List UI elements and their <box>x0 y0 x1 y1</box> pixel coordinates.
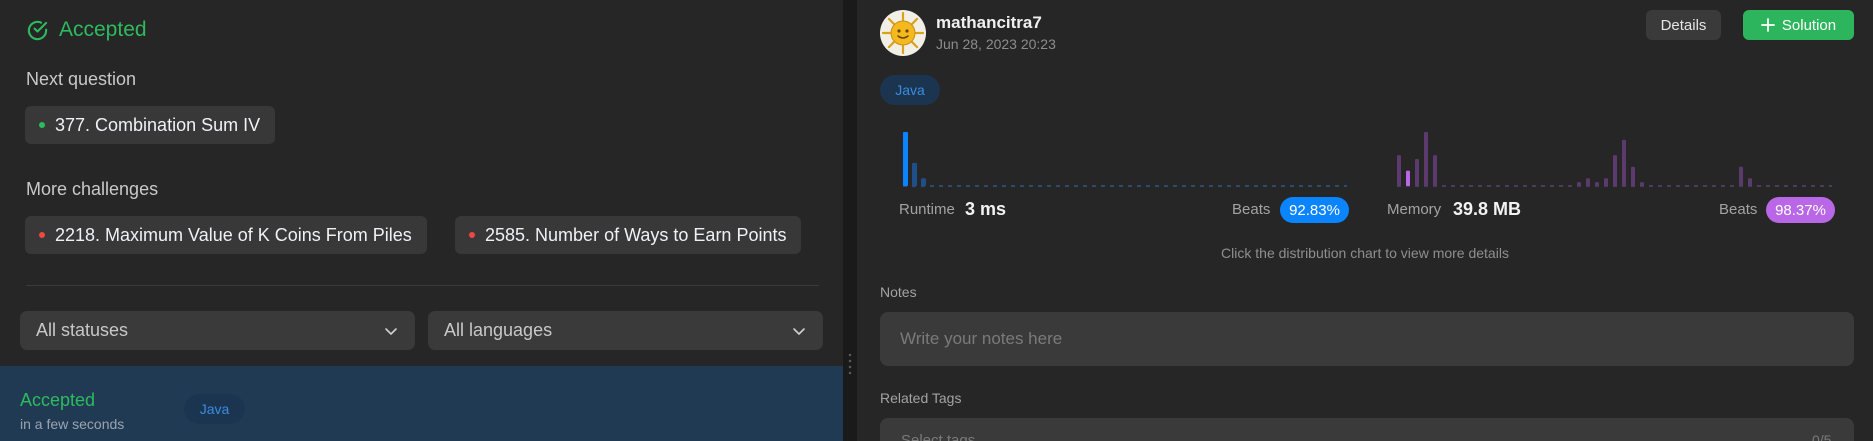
solution-button[interactable]: Solution <box>1743 10 1854 40</box>
related-tags-select[interactable] <box>880 418 1854 441</box>
sun-avatar-icon <box>881 11 925 55</box>
runtime-beats-badge: 92.83% <box>1280 197 1349 223</box>
section-divider <box>26 285 819 286</box>
memory-beats-label: Beats <box>1719 201 1758 218</box>
memory-distribution-bar[interactable] <box>1406 170 1410 186</box>
status-filter-select[interactable]: All statuses <box>20 311 415 350</box>
memory-distribution-bar[interactable] <box>1397 155 1401 186</box>
runtime-value: 3 ms <box>965 199 1007 219</box>
memory-value: 39.8 MB <box>1453 199 1522 219</box>
runtime-beats-label: Beats <box>1232 201 1271 218</box>
runtime-label: Runtime <box>899 201 955 218</box>
next-question-title: 377. Combination Sum IV <box>55 114 261 135</box>
more-challenges-label: More challenges <box>26 179 159 199</box>
memory-distribution-bar[interactable] <box>1604 178 1608 186</box>
related-tags-placeholder: Select tags <box>901 432 976 441</box>
language-tag: Java <box>880 75 940 105</box>
related-tags-count: 0/5 <box>1812 432 1832 441</box>
difficulty-dot-hard <box>469 232 475 238</box>
plus-icon <box>1760 18 1775 32</box>
challenge-title: 2585. Number of Ways to Earn Points <box>485 224 787 245</box>
memory-distribution-bar[interactable] <box>1613 155 1617 186</box>
difficulty-dot-hard <box>39 232 45 238</box>
submission-timestamp: Jun 28, 2023 20:23 <box>936 36 1056 52</box>
accepted-header: Accepted <box>26 18 147 42</box>
runtime-distribution-bar[interactable] <box>921 178 926 186</box>
submission-row[interactable] <box>0 366 843 441</box>
chart-hint: Click the distribution chart to view mor… <box>1221 245 1509 261</box>
memory-distribution-bar[interactable] <box>1586 178 1590 186</box>
distribution-charts[interactable] <box>857 120 1873 190</box>
accepted-status: Accepted <box>59 18 147 41</box>
memory-distribution-bar[interactable] <box>1595 182 1599 186</box>
username[interactable]: mathancitra7 <box>936 13 1042 33</box>
solution-button-label: Solution <box>1781 16 1837 34</box>
language-filter-select[interactable]: All languages <box>428 311 823 350</box>
related-tags-label: Related Tags <box>880 390 962 406</box>
memory-distribution-bar[interactable] <box>1424 132 1428 186</box>
memory-beats-badge: 98.37% <box>1766 197 1835 223</box>
chevron-down-icon <box>385 327 397 335</box>
result-panel: Accepted Next question 377. Combination … <box>0 0 843 441</box>
memory-distribution-bar[interactable] <box>1433 155 1437 186</box>
difficulty-dot-easy <box>39 122 45 128</box>
check-circle-icon <box>27 20 48 40</box>
submission-time: in a few seconds <box>20 416 125 432</box>
drag-handle-icon[interactable] <box>848 352 852 376</box>
challenge-title: 2218. Maximum Value of K Coins From Pile… <box>55 224 412 245</box>
memory-distribution-bar[interactable] <box>1739 166 1743 186</box>
memory-distribution-bar[interactable] <box>1577 182 1581 186</box>
memory-distribution-bar[interactable] <box>1622 139 1626 186</box>
notes-label: Notes <box>880 284 917 300</box>
memory-distribution-bar[interactable] <box>1631 166 1635 186</box>
memory-distribution-bar[interactable] <box>1748 178 1752 186</box>
submission-language-badge: Java <box>184 394 245 424</box>
notes-input[interactable] <box>880 312 1854 366</box>
memory-distribution-bar[interactable] <box>1640 182 1644 186</box>
challenge-chip[interactable]: 2585. Number of Ways to Earn Points <box>455 216 802 254</box>
memory-label: Memory <box>1387 201 1442 218</box>
status-filter-value: All statuses <box>36 320 129 340</box>
memory-distribution-bar[interactable] <box>1415 159 1419 186</box>
next-question-chip[interactable]: 377. Combination Sum IV <box>25 106 276 144</box>
avatar[interactable] <box>880 10 926 56</box>
submission-detail-panel: mathancitra7 Jun 28, 2023 20:23 Details … <box>857 0 1873 441</box>
details-button[interactable]: Details <box>1646 10 1721 40</box>
runtime-distribution-bar[interactable] <box>912 162 917 186</box>
chevron-down-icon <box>793 327 805 335</box>
next-question-label: Next question <box>26 69 137 89</box>
submission-status: Accepted <box>20 390 96 410</box>
runtime-distribution-bar[interactable] <box>903 132 908 186</box>
language-filter-value: All languages <box>444 320 553 340</box>
challenge-chip[interactable]: 2218. Maximum Value of K Coins From Pile… <box>25 216 427 254</box>
